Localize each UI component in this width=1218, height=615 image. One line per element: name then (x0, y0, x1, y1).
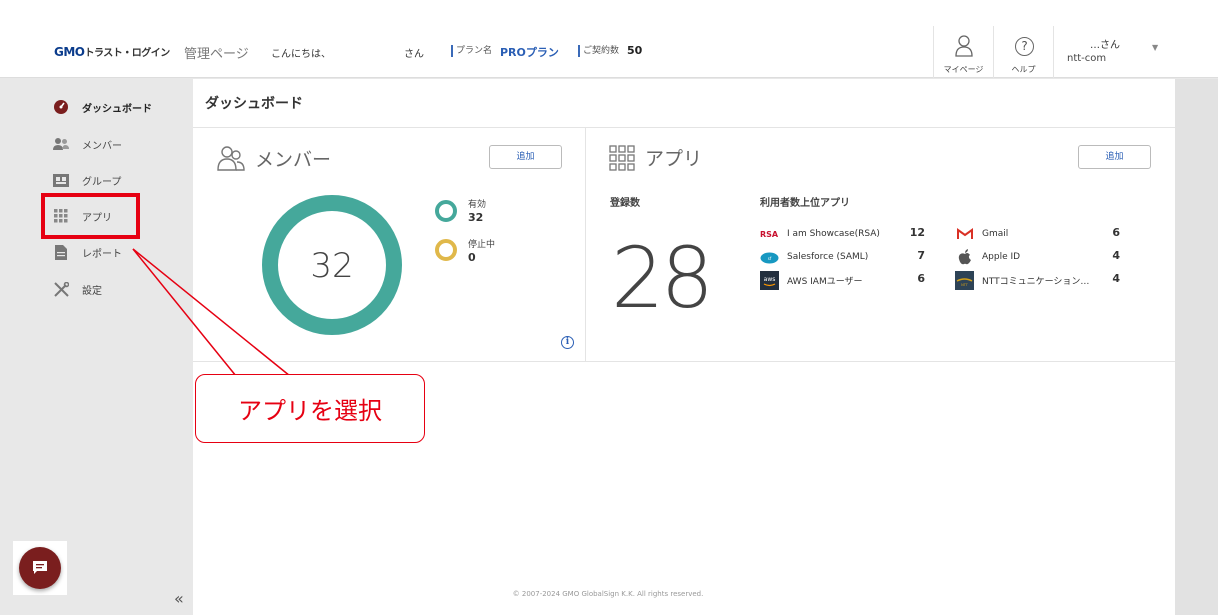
mypage-button[interactable]: マイページ (933, 26, 993, 78)
apple-icon (955, 248, 974, 267)
svg-text:RSA: RSA (760, 230, 779, 239)
registered-count: 28 (611, 229, 714, 327)
legend-suspended-value: 0 (468, 251, 476, 264)
members-icon (53, 136, 69, 152)
annotation-callout: アプリを選択 (195, 374, 425, 443)
members-icon (217, 146, 245, 171)
app-count: 6 (917, 272, 925, 285)
page-title: ダッシュボード (205, 96, 303, 112)
contract-value: 50 (627, 44, 643, 57)
account-menu[interactable]: …さん ▼ ntt-com (1053, 26, 1173, 78)
app-count: 6 (1112, 226, 1120, 239)
legend-active-dot (435, 200, 457, 222)
admin-page-title: 管理ページ (184, 47, 249, 62)
sidebar-item-members[interactable]: メンバー (53, 134, 122, 154)
sidebar-item-label: レポート (82, 248, 122, 260)
plan-value: PROプラン (500, 46, 559, 59)
right-gutter (1175, 79, 1218, 615)
info-icon[interactable]: i (561, 336, 574, 349)
divider (193, 361, 1175, 362)
top-apps-label: 利用者数上位アプリ (760, 198, 850, 209)
sidebar: ダッシュボード メンバー グループ アプリ レポート 設定 « (0, 79, 193, 615)
divider (585, 128, 586, 361)
report-icon (53, 244, 69, 260)
chat-icon (33, 561, 47, 574)
top-app-row[interactable]: sf Salesforce (SAML) (760, 247, 868, 267)
user-icon (955, 35, 973, 57)
annotation-highlight-box (41, 193, 140, 239)
apps-grid-icon (609, 144, 635, 171)
group-icon (53, 172, 69, 188)
sidebar-item-label: ダッシュボード (82, 103, 152, 115)
sidebar-item-label: グループ (82, 176, 122, 188)
rsa-icon: RSA (760, 225, 779, 244)
app-name: I am Showcase(RSA) (787, 229, 880, 239)
salesforce-icon: sf (760, 248, 779, 267)
account-name: …さん (1090, 40, 1120, 51)
sidebar-item-groups[interactable]: グループ (53, 170, 121, 190)
app-count: 4 (1112, 272, 1120, 285)
svg-text:sf: sf (768, 256, 772, 261)
legend-active-value: 32 (468, 211, 484, 224)
svg-text:NTT: NTT (961, 283, 969, 287)
svg-text:aws: aws (764, 276, 776, 283)
chevron-down-icon: ▼ (1152, 43, 1159, 52)
annotation-callout-text: アプリを選択 (238, 397, 382, 425)
chat-button[interactable] (19, 547, 61, 589)
registered-label: 登録数 (610, 198, 640, 209)
members-card-title-text: メンバー (255, 148, 332, 171)
sidebar-item-label: メンバー (82, 140, 122, 152)
top-app-row[interactable]: NTT NTTコミュニケーション… (955, 270, 1089, 290)
app-name: AWS IAMユーザー (787, 276, 863, 287)
aws-icon: aws (760, 270, 779, 290)
top-header: GMOトラスト・ログイン 管理ページ こんにちは、 さん プラン名 PROプラン… (0, 0, 1218, 78)
divider (193, 127, 1175, 128)
legend-active-label: 有効 (468, 200, 487, 210)
plan-label: プラン名 (451, 45, 492, 57)
ntt-icon: NTT (955, 270, 974, 290)
account-org: ntt-com (1067, 53, 1107, 64)
app-count: 7 (917, 249, 925, 262)
dashboard-icon (53, 99, 69, 115)
brand-logo[interactable]: GMOトラスト・ログイン (54, 44, 170, 59)
top-app-row[interactable]: Gmail (955, 224, 1008, 244)
app-name: Gmail (982, 229, 1009, 239)
chat-widget (13, 541, 67, 595)
help-label: ヘルプ (1011, 65, 1036, 74)
members-card-title: メンバー (217, 144, 331, 172)
main-content: ダッシュボード メンバー 追加 32 有効 32 停止中 0 i アプリ 追加 … (193, 79, 1175, 615)
app-name: NTTコミュニケーション… (982, 276, 1090, 287)
members-donut-chart: 32 (262, 195, 402, 335)
app-name: Apple ID (982, 252, 1021, 262)
legend-suspended-dot (435, 239, 457, 261)
app-name: Salesforce (SAML) (787, 252, 869, 262)
footer-copyright: © 2007-2024 GMO GlobalSign K.K. All righ… (512, 590, 704, 598)
collapse-sidebar-button[interactable]: « (174, 589, 184, 608)
apps-card-title: アプリ (609, 144, 702, 171)
settings-tools-icon (53, 281, 69, 297)
top-app-row[interactable]: aws AWS IAMユーザー (760, 270, 863, 290)
apps-card-title-text: アプリ (645, 148, 703, 170)
contract-label: ご契約数 (578, 45, 619, 57)
legend-suspended-label: 停止中 (468, 240, 496, 250)
user-name-suffix: さん (404, 49, 424, 60)
sidebar-item-dashboard[interactable]: ダッシュボード (53, 97, 152, 117)
members-total: 32 (310, 246, 353, 286)
app-count: 4 (1112, 249, 1120, 262)
add-app-button[interactable]: 追加 (1078, 145, 1151, 169)
gmail-icon (955, 225, 974, 244)
top-app-row[interactable]: RSA I am Showcase(RSA) (760, 224, 880, 244)
app-count: 12 (909, 226, 925, 239)
add-member-button[interactable]: 追加 (489, 145, 562, 169)
logo-text: トラスト・ログイン (84, 48, 171, 59)
top-app-row[interactable]: Apple ID (955, 247, 1020, 267)
sidebar-item-settings[interactable]: 設定 (53, 279, 102, 299)
greeting-text: こんにちは、 (271, 49, 331, 60)
mypage-label: マイページ (943, 65, 984, 74)
help-button[interactable]: ? ヘルプ (993, 26, 1053, 78)
sidebar-item-label: 設定 (82, 285, 102, 297)
logo-gmo: GMO (54, 45, 85, 59)
help-icon: ? (1015, 37, 1034, 56)
sidebar-item-reports[interactable]: レポート (53, 242, 122, 262)
